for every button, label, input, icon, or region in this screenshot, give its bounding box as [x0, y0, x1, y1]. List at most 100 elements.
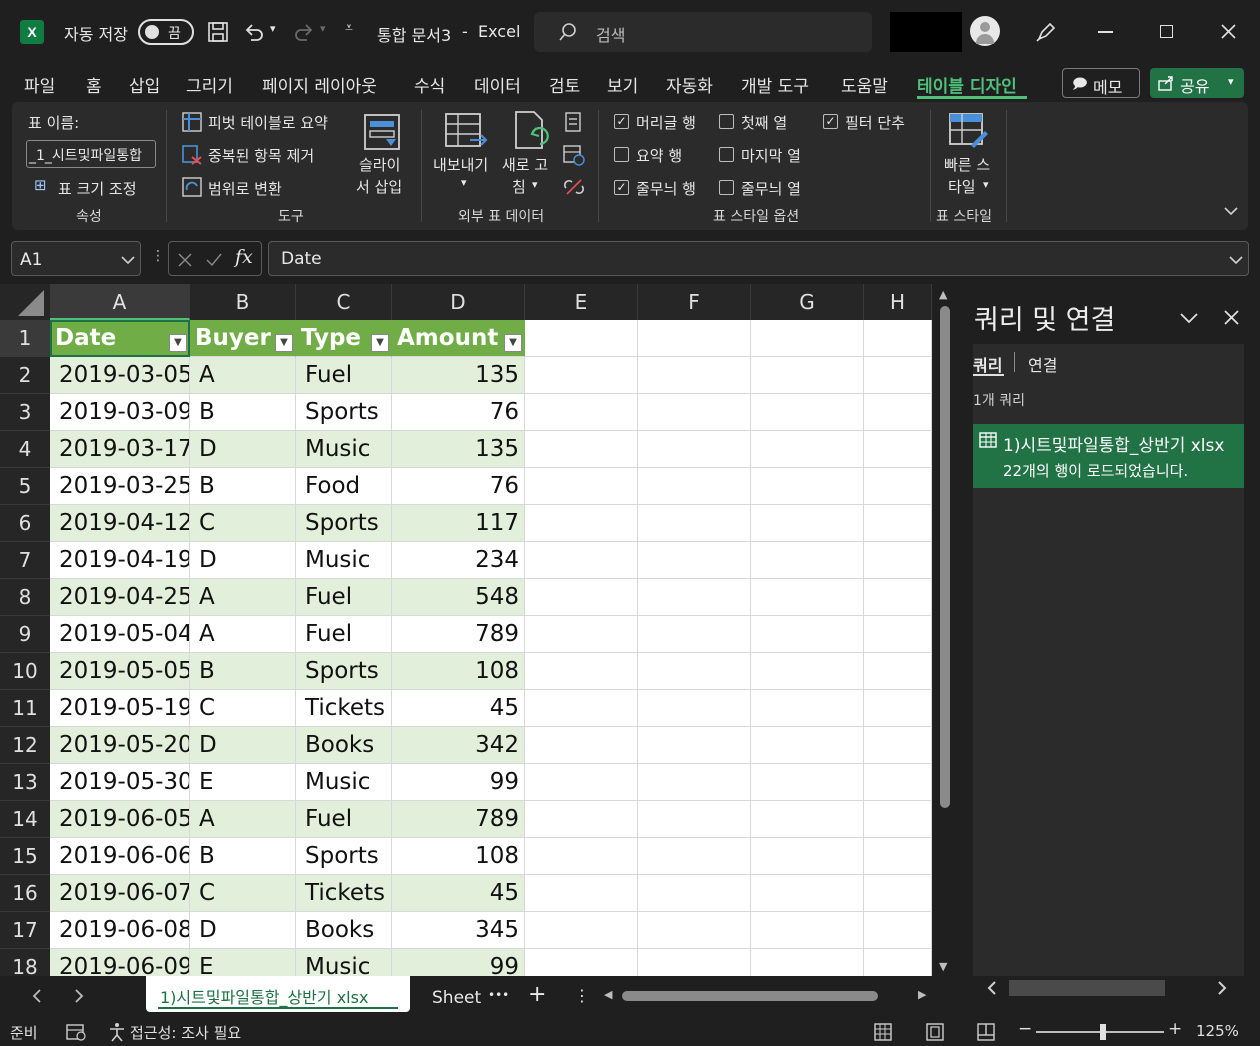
- zoom-slider[interactable]: [1036, 1024, 1164, 1040]
- macro-recording-icon[interactable]: [66, 1023, 86, 1041]
- empty-cell[interactable]: [751, 394, 864, 431]
- empty-cell[interactable]: [751, 653, 864, 690]
- minimize-icon[interactable]: [1098, 31, 1113, 33]
- banded-rows-checkbox[interactable]: ✓: [614, 180, 629, 195]
- empty-cell[interactable]: [525, 764, 638, 801]
- share-dropdown-icon[interactable]: ▾: [1228, 75, 1234, 88]
- unlink-icon[interactable]: [563, 176, 585, 198]
- pane-scroll-thumb[interactable]: [1009, 980, 1165, 996]
- table-cell-type[interactable]: Fuel: [296, 579, 392, 616]
- empty-cell[interactable]: [525, 505, 638, 542]
- properties-icon[interactable]: [564, 112, 582, 132]
- maximize-icon[interactable]: [1160, 25, 1173, 38]
- empty-cell[interactable]: [525, 690, 638, 727]
- quick-styles-icon[interactable]: [948, 112, 990, 152]
- redo-icon[interactable]: [292, 20, 316, 44]
- empty-cell[interactable]: [864, 801, 932, 838]
- table-cell-date[interactable]: 2019-03-05: [50, 357, 190, 394]
- table-cell-buyer[interactable]: A: [190, 357, 296, 394]
- remove-duplicates-button[interactable]: 중복된 항목 제거: [208, 145, 314, 166]
- table-cell-buyer[interactable]: B: [190, 468, 296, 505]
- empty-cell[interactable]: [751, 431, 864, 468]
- cancel-entry-icon[interactable]: [177, 252, 193, 268]
- empty-cell[interactable]: [864, 653, 932, 690]
- row-header[interactable]: 8: [0, 579, 50, 616]
- empty-cell[interactable]: [864, 912, 932, 949]
- empty-cell[interactable]: [751, 764, 864, 801]
- export-dropdown-icon[interactable]: ▾: [461, 176, 467, 189]
- add-sheet-icon[interactable]: +: [528, 982, 546, 1007]
- table-cell-date[interactable]: 2019-06-09: [50, 949, 190, 976]
- empty-cell[interactable]: [525, 912, 638, 949]
- empty-cell[interactable]: [751, 542, 864, 579]
- empty-cell[interactable]: [751, 912, 864, 949]
- empty-cell[interactable]: [638, 616, 751, 653]
- pane-scroll-right-icon[interactable]: [1217, 981, 1227, 995]
- table-cell-amount[interactable]: 99: [392, 764, 525, 801]
- export-icon[interactable]: [444, 112, 488, 152]
- empty-cell[interactable]: [638, 542, 751, 579]
- table-cell-buyer[interactable]: B: [190, 394, 296, 431]
- empty-cell[interactable]: [638, 875, 751, 912]
- empty-cell[interactable]: [638, 838, 751, 875]
- tab-page-layout[interactable]: 페이지 레이아웃: [262, 72, 377, 97]
- table-cell-date[interactable]: 2019-05-05: [50, 653, 190, 690]
- pivot-summary-button[interactable]: 피벗 테이블로 요약: [208, 112, 328, 133]
- accessibility-status[interactable]: 접근성: 조사 필요: [130, 1022, 241, 1043]
- row-header[interactable]: 10: [0, 653, 50, 690]
- empty-cell[interactable]: [864, 468, 932, 505]
- zoom-slider-thumb[interactable]: [1100, 1024, 1106, 1040]
- resize-table-button[interactable]: 표 크기 조정: [58, 178, 137, 199]
- column-header-d[interactable]: D: [392, 284, 525, 320]
- row-header[interactable]: 9: [0, 616, 50, 653]
- table-cell-buyer[interactable]: E: [190, 949, 296, 976]
- row-header[interactable]: 3: [0, 394, 50, 431]
- scroll-down-icon[interactable]: ▼: [939, 960, 947, 973]
- zoom-level[interactable]: 125%: [1196, 1022, 1239, 1040]
- redo-dropdown-icon[interactable]: ▾: [320, 22, 326, 35]
- table-cell-date[interactable]: 2019-06-05: [50, 801, 190, 838]
- confirm-entry-icon[interactable]: [205, 252, 223, 268]
- page-break-view-icon[interactable]: [977, 1023, 995, 1041]
- table-cell-type[interactable]: Tickets: [296, 875, 392, 912]
- empty-cell[interactable]: [751, 838, 864, 875]
- scroll-up-icon[interactable]: ▲: [939, 288, 947, 301]
- empty-cell[interactable]: [525, 542, 638, 579]
- table-cell-buyer[interactable]: D: [190, 431, 296, 468]
- sheet-options-icon[interactable]: ⋮: [574, 986, 590, 1005]
- column-header-a[interactable]: A: [50, 284, 190, 320]
- table-cell-buyer[interactable]: C: [190, 505, 296, 542]
- table-cell-type[interactable]: Books: [296, 727, 392, 764]
- tab-view[interactable]: 보기: [607, 72, 638, 97]
- row-header[interactable]: 13: [0, 764, 50, 801]
- row-header[interactable]: 12: [0, 727, 50, 764]
- pane-options-icon[interactable]: [1180, 312, 1198, 324]
- undo-dropdown-icon[interactable]: ▾: [270, 22, 276, 35]
- select-all-corner[interactable]: [0, 284, 50, 320]
- refresh-icon[interactable]: [512, 110, 552, 152]
- table-cell-type[interactable]: Music: [296, 764, 392, 801]
- empty-cell[interactable]: [751, 949, 864, 976]
- table-cell-date[interactable]: 2019-04-19: [50, 542, 190, 579]
- table-cell-amount[interactable]: 548: [392, 579, 525, 616]
- autosave-toggle[interactable]: 끔: [138, 19, 194, 45]
- worksheet-grid[interactable]: ABCDEFGH 1 Date ▼ Buyer ▼ Type ▼ Amount ▼ 2 2019-0…: [0, 284, 932, 976]
- name-box-dropdown-icon[interactable]: [121, 255, 135, 265]
- row-header[interactable]: 11: [0, 690, 50, 727]
- table-cell-amount[interactable]: 342: [392, 727, 525, 764]
- table-cell-amount[interactable]: 45: [392, 875, 525, 912]
- empty-cell[interactable]: [864, 875, 932, 912]
- table-cell-type[interactable]: Sports: [296, 505, 392, 542]
- empty-cell[interactable]: [751, 616, 864, 653]
- table-cell-amount[interactable]: 789: [392, 616, 525, 653]
- row-header[interactable]: 16: [0, 875, 50, 912]
- scroll-left-icon[interactable]: ◀: [604, 988, 612, 1001]
- share-button[interactable]: 공유 ▾: [1150, 68, 1244, 98]
- empty-cell[interactable]: [638, 579, 751, 616]
- pane-horizontal-scrollbar[interactable]: [973, 976, 1244, 1000]
- horizontal-scrollbar[interactable]: ◀ ▶: [602, 988, 932, 1004]
- table-cell-date[interactable]: 2019-03-09: [50, 394, 190, 431]
- table-cell-amount[interactable]: 117: [392, 505, 525, 542]
- memo-button[interactable]: 🗩 메모: [1062, 68, 1140, 98]
- table-header-cell[interactable]: Buyer ▼: [190, 320, 296, 357]
